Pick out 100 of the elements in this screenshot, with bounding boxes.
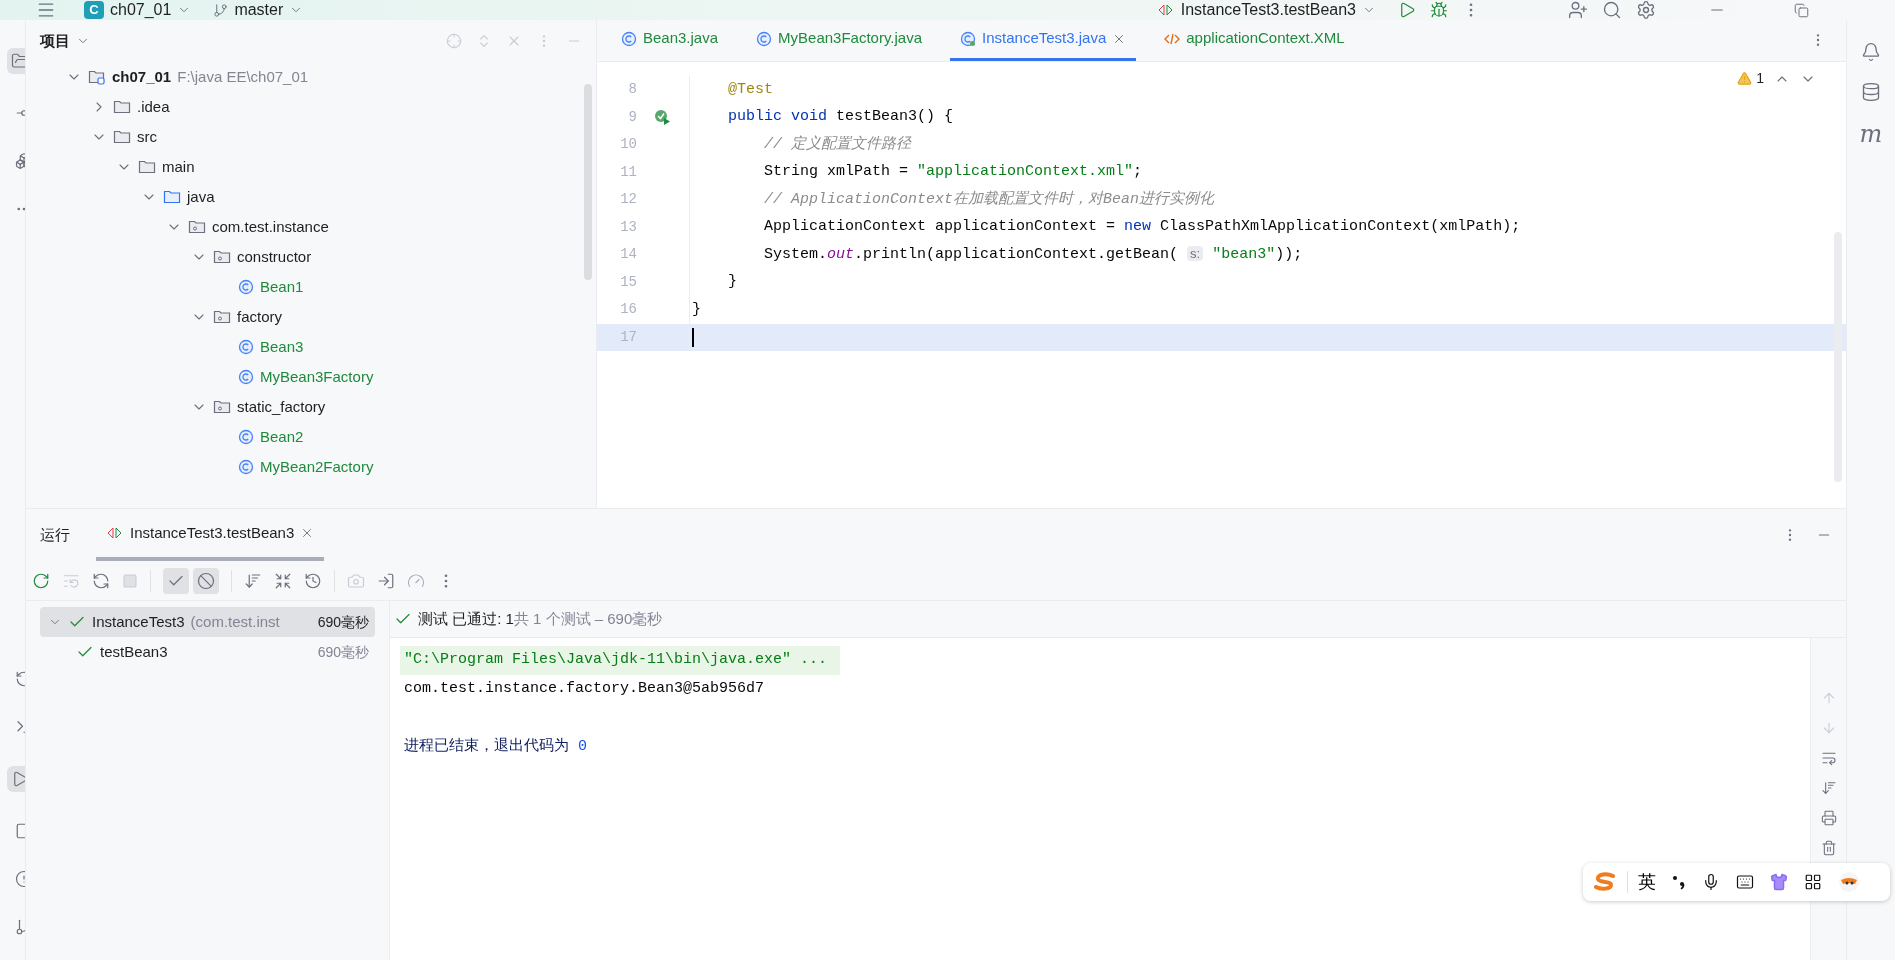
run-tab[interactable]: InstanceTest3.testBean3 <box>96 509 325 561</box>
test-class-path: (com.test.inst <box>190 611 280 632</box>
line-number: 10 <box>619 135 637 155</box>
project-selector[interactable]: C ch07_01 <box>84 0 192 20</box>
test-duration: 690毫秒 <box>317 642 369 662</box>
tree-item[interactable]: Bean1 <box>260 275 304 299</box>
sort-icon[interactable] <box>244 571 262 590</box>
code-text: } <box>691 299 701 320</box>
settings-icon[interactable] <box>1636 0 1656 20</box>
mascot-icon[interactable] <box>1838 871 1860 893</box>
tree-item[interactable]: .idea <box>137 95 170 119</box>
tree-item[interactable]: ch07_01 <box>112 65 172 89</box>
test-status: 测试 已通过: 1 <box>418 608 514 629</box>
folder-icon <box>113 99 131 115</box>
branch-icon <box>213 2 229 18</box>
project-icon[interactable] <box>11 52 25 70</box>
tree-item[interactable]: main <box>162 155 195 179</box>
database-icon[interactable] <box>1861 82 1881 102</box>
keyboard-icon[interactable] <box>1736 873 1754 891</box>
code-text: // 定义配置文件路径 <box>763 134 912 155</box>
code-text: } <box>727 272 737 292</box>
package-icon <box>213 399 231 415</box>
tab-label: applicationContext.XML <box>1186 28 1345 49</box>
tab-label: InstanceTest3.testBean3 <box>130 522 295 543</box>
tree-item[interactable]: src <box>137 125 157 149</box>
tree-item[interactable]: Bean3 <box>260 335 304 359</box>
class-icon <box>756 30 773 47</box>
ime-logo-icon[interactable] <box>1593 872 1617 892</box>
console-output: com.test.instance.factory.Bean3@5ab956d7 <box>404 679 766 700</box>
test-summary: 共 1 个测试 – 690毫秒 <box>513 608 663 629</box>
trash-icon[interactable] <box>1820 840 1837 856</box>
show-ignored-toggle[interactable] <box>193 567 219 594</box>
tree-item[interactable]: constructor <box>237 245 312 269</box>
grid-icon[interactable] <box>1804 873 1822 891</box>
maven-icon[interactable]: m <box>1859 122 1883 146</box>
tree-item[interactable]: static_factory <box>237 395 326 419</box>
folder-icon <box>138 159 156 175</box>
folder-icon <box>113 129 131 145</box>
tab-label: Bean3.java <box>643 28 719 49</box>
tree-item[interactable]: Bean2 <box>260 425 304 449</box>
tab-label: MyBean3Factory.java <box>778 28 922 49</box>
line-number: 15 <box>619 272 637 292</box>
scroll-to-end-icon[interactable] <box>1820 780 1837 796</box>
tree-item[interactable]: MyBean3Factory <box>260 365 374 389</box>
class-icon <box>238 429 254 445</box>
class-icon <box>238 459 254 475</box>
test-tree-row[interactable]: testBean3 690毫秒 <box>40 637 375 667</box>
run-icon[interactable] <box>1398 1 1416 19</box>
project-badge: C <box>84 1 104 19</box>
editor-tab[interactable]: MyBean3Factory.java <box>746 19 932 61</box>
show-passed-toggle[interactable] <box>163 567 189 594</box>
editor-tab[interactable]: InstanceTest3.java <box>950 19 1137 61</box>
warning-count[interactable]: 1 <box>1756 68 1764 89</box>
class-icon <box>238 369 254 385</box>
tree-item[interactable]: com.test.instance <box>212 215 329 239</box>
gauge-icon[interactable] <box>407 571 425 590</box>
scrollbar[interactable] <box>1834 232 1842 482</box>
test-name: InstanceTest3 <box>92 611 185 632</box>
source-folder-icon <box>163 189 181 205</box>
restore-icon[interactable] <box>1794 2 1809 18</box>
module-path: F:\java EE\ch07_01 <box>177 66 309 87</box>
punctuation-icon[interactable] <box>1672 874 1686 890</box>
test-run-icon <box>1156 3 1175 17</box>
text-cursor <box>692 327 694 347</box>
code-text: String xmlPath = "applicationContext.xml"; <box>763 162 1143 182</box>
collapse-icon[interactable] <box>274 571 292 590</box>
scrollbar[interactable] <box>584 84 592 280</box>
import-icon[interactable] <box>377 571 395 590</box>
run-tool-icon[interactable] <box>11 770 25 788</box>
editor-tab[interactable]: applicationContext.XML <box>1154 19 1355 61</box>
search-icon[interactable] <box>1602 0 1622 20</box>
print-icon[interactable] <box>1820 810 1837 826</box>
test-name: testBean3 <box>100 641 168 662</box>
class-icon <box>238 339 254 355</box>
line-number: 17 <box>619 327 637 347</box>
notifications-icon[interactable] <box>1861 42 1881 62</box>
class-icon <box>238 279 254 295</box>
test-tree-row[interactable]: InstanceTest3 (com.test.inst 690毫秒 <box>40 607 375 637</box>
tree-item[interactable]: MyBean2Factory <box>260 455 374 479</box>
tree-item[interactable]: factory <box>237 305 282 329</box>
test-duration: 690毫秒 <box>317 612 369 632</box>
run-config-selector[interactable]: InstanceTest3.testBean3 <box>1156 0 1376 20</box>
soft-wrap-icon[interactable] <box>1820 750 1837 766</box>
project-name: ch07_01 <box>110 0 172 20</box>
shirt-icon[interactable] <box>1770 873 1788 891</box>
editor-tab[interactable]: Bean3.java <box>611 19 729 61</box>
test-class-icon <box>960 30 976 47</box>
history-icon[interactable] <box>304 571 322 590</box>
line-number: 8 <box>627 80 637 100</box>
debug-icon[interactable] <box>1430 1 1448 19</box>
branch-selector[interactable]: master <box>213 0 304 20</box>
ime-mode[interactable]: 英 <box>1638 868 1656 896</box>
add-user-icon[interactable] <box>1568 0 1588 20</box>
tree-item[interactable]: java <box>187 185 215 209</box>
microphone-icon[interactable] <box>1702 873 1720 891</box>
rerun-icon[interactable] <box>32 571 50 590</box>
ban-icon <box>197 571 215 590</box>
code-text: ApplicationContext applicationContext = new ClassPathXmlApplicationContext(xmlPath); <box>763 217 1521 237</box>
run-test-icon[interactable] <box>653 108 671 127</box>
project-view-selector[interactable]: 项目 <box>40 29 90 53</box>
